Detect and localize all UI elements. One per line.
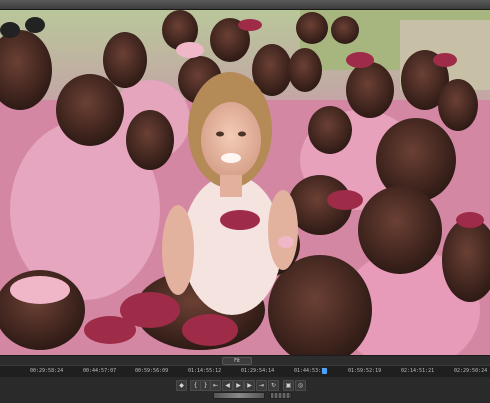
timecode-label: 01:59:52:19	[348, 368, 382, 374]
zoom-level-select[interactable]: Fit	[222, 357, 252, 365]
step-back-button[interactable]: ◀	[222, 380, 233, 391]
step-forward-button[interactable]: ▶	[244, 380, 255, 391]
timecode-label: 00:44:57:07	[83, 368, 117, 374]
timecode-label: 01:14:55:12	[188, 368, 222, 374]
timecode-label: 01:29:54:14	[241, 368, 275, 374]
monitor-zoom-strip: Fit	[0, 355, 490, 365]
program-monitor-viewer[interactable]	[0, 10, 490, 355]
timecode-label: 02:14:51:21	[401, 368, 435, 374]
safe-margins-button[interactable]: ▣	[283, 380, 294, 391]
playhead-marker[interactable]	[322, 368, 327, 374]
shuttle-slider[interactable]	[213, 392, 265, 399]
go-to-in-button[interactable]: ⇤	[210, 380, 221, 391]
go-to-out-button[interactable]: ⇥	[256, 380, 267, 391]
export-frame-button[interactable]: ◎	[295, 380, 306, 391]
timecode-label: 00:59:56:09	[135, 368, 169, 374]
monitor-title-bar	[0, 0, 490, 10]
add-marker-button[interactable]: ◆	[176, 380, 187, 391]
video-frame	[0, 10, 490, 355]
transport-controls: ◆{} ⇤ ◀ ▶ ▶ ⇥ ↻ ▣ ◎	[0, 377, 490, 403]
play-button[interactable]: ▶	[233, 380, 244, 391]
timecode-label: 02:29:50:24	[454, 368, 488, 374]
timecode-label: 00:29:58:24	[30, 368, 64, 374]
loop-button[interactable]: ↻	[268, 380, 279, 391]
jog-wheel[interactable]	[270, 392, 292, 399]
timecode-ruler[interactable]: 00:29:58:24 00:44:57:07 00:59:56:09 01:1…	[0, 365, 490, 377]
